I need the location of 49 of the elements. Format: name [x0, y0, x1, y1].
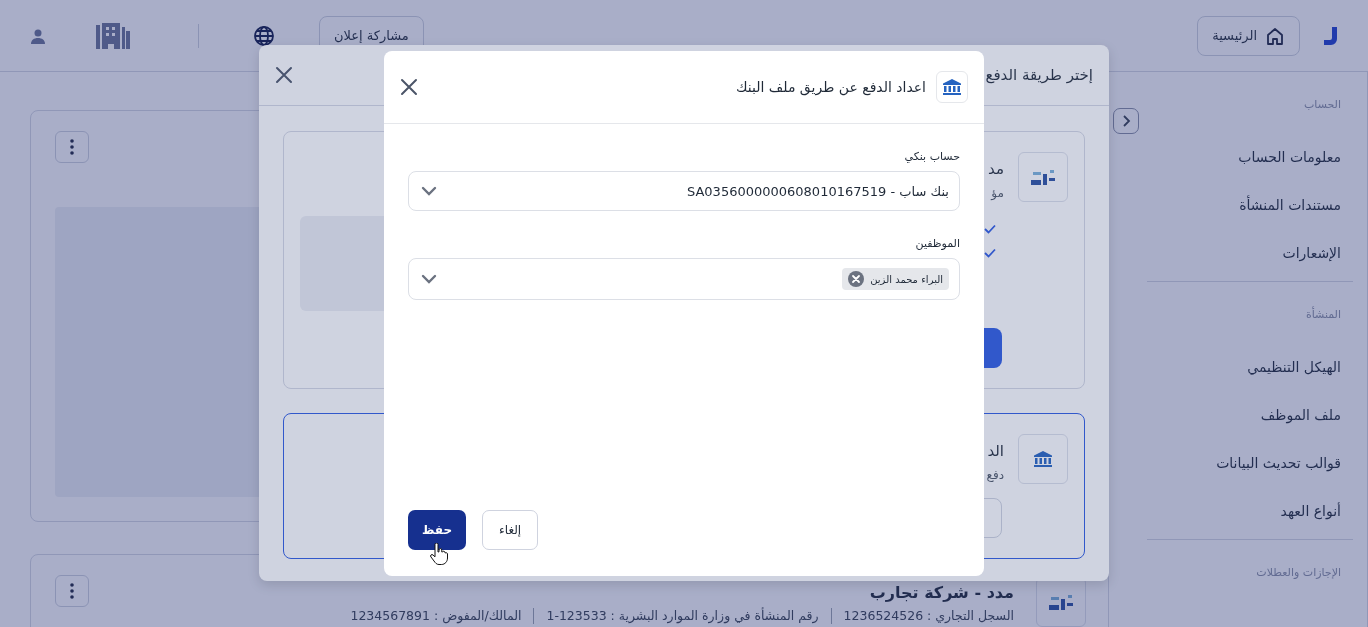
- collapse-button[interactable]: [1113, 108, 1139, 134]
- employees-select[interactable]: البراء محمد الزين: [408, 258, 960, 300]
- check-icon: [984, 224, 996, 234]
- close-icon[interactable]: [275, 66, 293, 84]
- sidebar-item[interactable]: مستندات المنشأة: [1133, 181, 1367, 229]
- bank-account-select[interactable]: بنك ساب - SA0356000000608010167519: [408, 171, 960, 211]
- company-detail: السجل التجاري : 1236524526: [830, 608, 1014, 625]
- company-logo: [1018, 152, 1068, 202]
- chevron-down-icon[interactable]: [421, 186, 437, 196]
- remove-icon[interactable]: [848, 271, 865, 287]
- user-icon[interactable]: [30, 27, 46, 44]
- bank-icon: [943, 79, 961, 95]
- sidebar-item[interactable]: قوالب تحديث البيانات: [1133, 439, 1367, 487]
- more-icon[interactable]: [70, 139, 74, 155]
- employee-chip: البراء محمد الزين: [842, 268, 949, 290]
- company-detail: رقم المنشأة في وزارة الموارد البشرية : 123533-1: [533, 608, 831, 625]
- more-button[interactable]: [55, 131, 89, 163]
- field-label: حساب بنكي: [903, 150, 960, 163]
- section-title: المنشأة: [1305, 308, 1342, 321]
- sidebar-item[interactable]: الهيكل التنظيمي: [1133, 343, 1367, 391]
- save-button[interactable]: حفظ: [408, 510, 467, 550]
- option-subtitle: دفع: [986, 468, 1004, 482]
- section-title: الإجازات والعطلات: [1255, 566, 1342, 579]
- globe-icon[interactable]: [253, 24, 275, 47]
- cancel-button[interactable]: إلغاء: [482, 510, 539, 550]
- option-subtitle: مؤ: [989, 186, 1004, 200]
- dialog-title: اعداد الدفع عن طريق ملف البنك: [734, 79, 926, 95]
- home-button[interactable]: الرئيسية: [1197, 15, 1300, 56]
- chevron-right-icon[interactable]: [1121, 115, 1131, 127]
- sidebar-item[interactable]: معلومات الحساب: [1133, 133, 1367, 181]
- close-icon[interactable]: [400, 78, 418, 96]
- home-icon[interactable]: [1265, 25, 1285, 46]
- bank-icon: [1034, 451, 1052, 467]
- company-title: مدد - شركة تجارب: [868, 583, 1014, 603]
- dialog-title: إختر طريقة الدفع: [985, 66, 1093, 84]
- chevron-down-icon[interactable]: [421, 274, 437, 284]
- more-icon[interactable]: [70, 583, 74, 599]
- company-detail: المالك/المفوض : 1234567891: [349, 608, 523, 625]
- option-title: مد: [988, 160, 1004, 178]
- field-label: الموظفين: [914, 237, 960, 250]
- option-title: الد: [986, 442, 1004, 460]
- sidebar-item[interactable]: ملف الموظف: [1133, 391, 1367, 439]
- hand-cursor-icon: [430, 543, 448, 565]
- check-icon: [984, 248, 996, 258]
- more-button[interactable]: [55, 575, 89, 607]
- sidebar-item[interactable]: الإشعارات: [1133, 229, 1367, 277]
- section-title: الحساب: [1302, 98, 1342, 111]
- building-icon[interactable]: [96, 22, 130, 49]
- sidebar-item[interactable]: أنواع العهد: [1133, 487, 1367, 535]
